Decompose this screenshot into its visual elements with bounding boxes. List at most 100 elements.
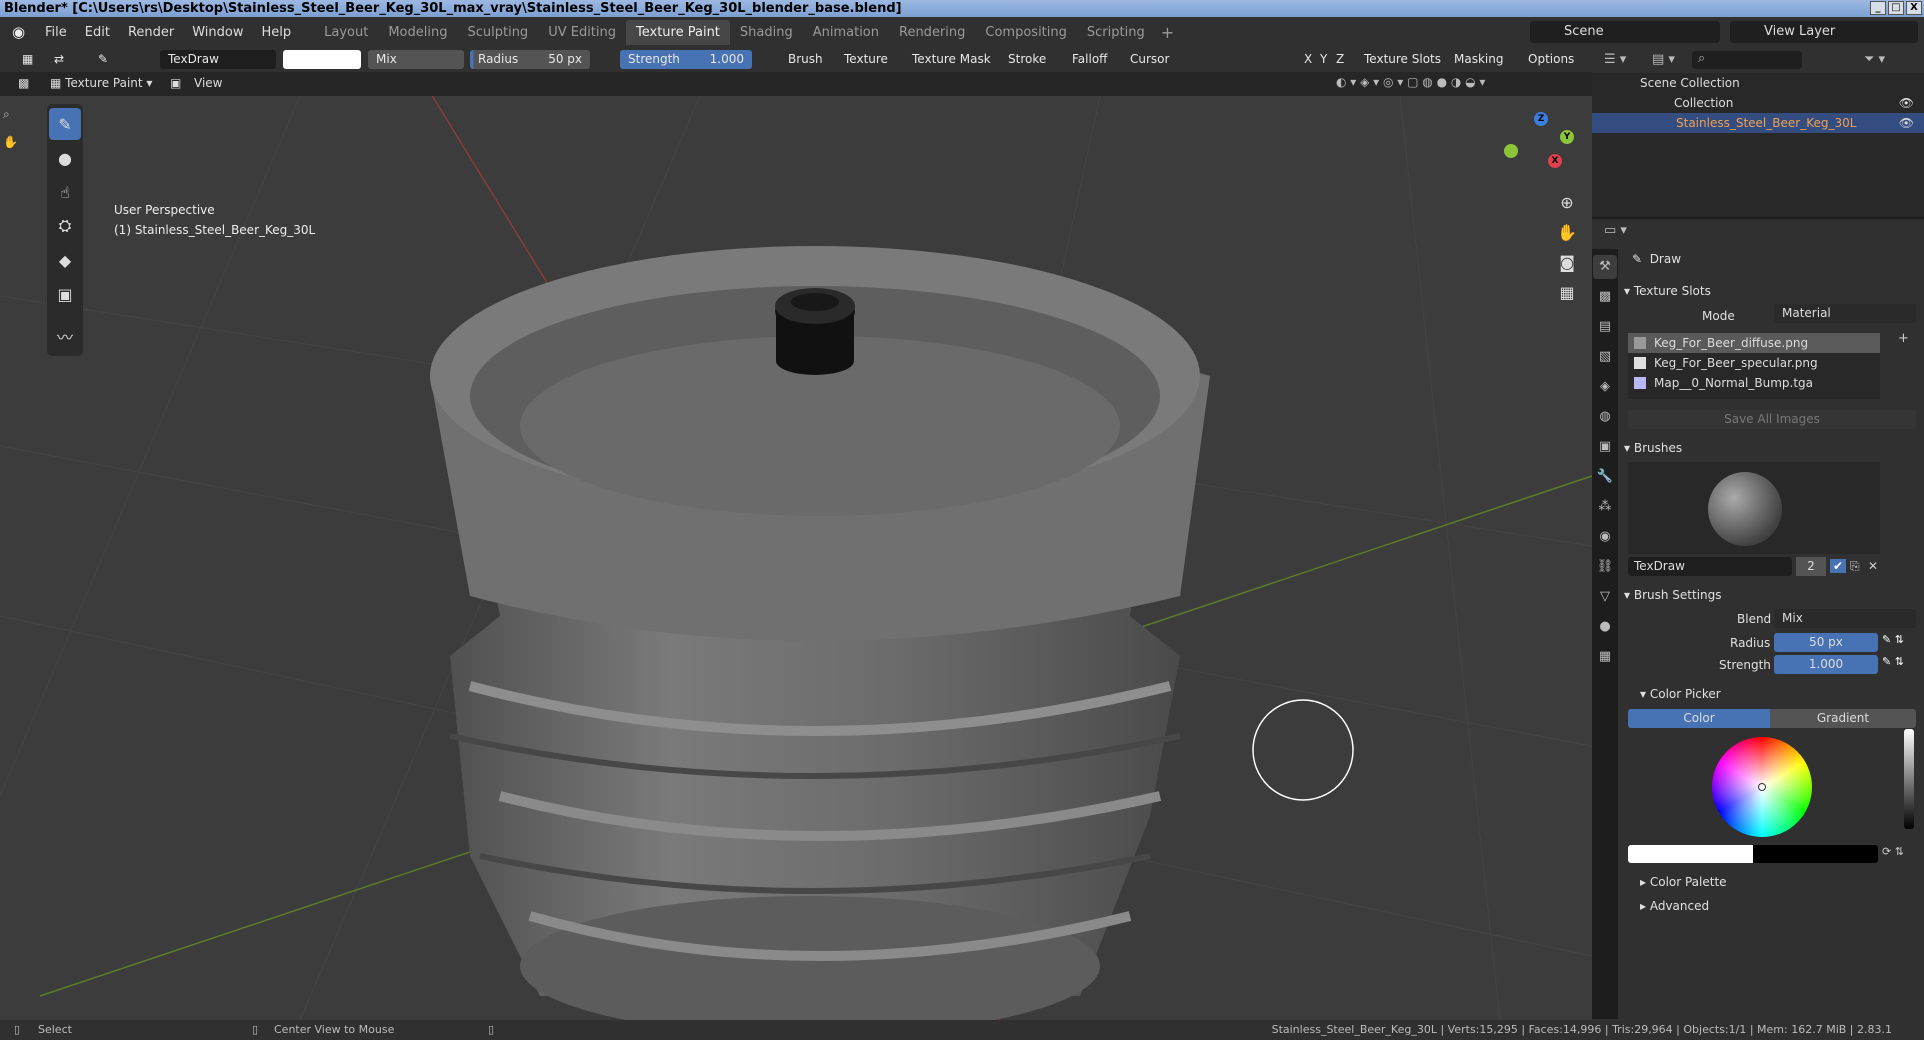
menu-item-edit[interactable]: Edit (76, 25, 119, 40)
gradient-tab[interactable]: Gradient (1770, 709, 1916, 728)
gizmo-x-dot[interactable]: X (1548, 154, 1562, 168)
outliner-search-input[interactable]: ⌕ (1692, 51, 1802, 69)
navigation-gizmo[interactable]: Z Y X (1500, 110, 1580, 190)
save-all-images-button[interactable]: Save All Images (1628, 410, 1916, 429)
tab-modeling[interactable]: Modeling (378, 20, 457, 45)
texture-mode-dropdown[interactable]: Material (1774, 304, 1916, 323)
cursor-menu[interactable]: Cursor (1122, 50, 1177, 69)
view-layer-selector[interactable]: View Layer (1730, 21, 1918, 43)
fill-tool-icon[interactable]: ◆ (49, 244, 81, 276)
scene-tab-icon[interactable]: ◈ (1593, 375, 1617, 399)
strength-slider[interactable]: Strength 1.000 (620, 50, 752, 69)
physics-tab-icon[interactable]: ◉ (1593, 525, 1617, 549)
draw-tool-icon[interactable]: ✎ (49, 108, 81, 140)
strength-field[interactable]: 1.000 (1774, 655, 1878, 674)
menu-item-window[interactable]: Window (183, 25, 252, 40)
brush-color-swatch[interactable] (283, 50, 361, 69)
color-tab[interactable]: Color (1628, 709, 1770, 728)
outliner-editor-icon[interactable]: ☰ ▾ (1604, 52, 1626, 67)
object-eye-icon[interactable]: 👁 (1899, 113, 1914, 133)
value-slider[interactable] (1904, 729, 1914, 829)
tab-animation[interactable]: Animation (803, 20, 889, 45)
data-tab-icon[interactable]: ▽ (1593, 585, 1617, 609)
brush-icon[interactable]: ✎ (90, 50, 116, 69)
output-tab-icon[interactable]: ▤ (1593, 315, 1617, 339)
mode-dropdown[interactable]: ▦ Texture Paint ▾ (50, 76, 152, 90)
mask-tool-icon[interactable]: ▣ (49, 278, 81, 310)
falloff-menu[interactable]: Falloff (1064, 50, 1115, 69)
3d-viewport[interactable]: User Perspective (1) Stainless_Steel_Bee… (0, 96, 1592, 1020)
editor-type-icon[interactable]: ▦ (14, 50, 41, 69)
pressure-strength-icon[interactable]: ✎ ⇅ (1882, 655, 1904, 668)
masking-menu[interactable]: Masking (1446, 50, 1511, 69)
gizmo-z-dot[interactable]: Z (1534, 112, 1548, 126)
grid-view-icon[interactable]: ▦ (1555, 278, 1579, 308)
brush-users-count[interactable]: 2 (1796, 557, 1826, 576)
zoom-icon[interactable]: ⊕ (1555, 188, 1579, 218)
texture-slots-section-header[interactable]: ▾ Texture Slots (1624, 284, 1711, 298)
view-menu[interactable]: View (194, 76, 222, 90)
mirror-z-toggle[interactable]: Z (1328, 50, 1352, 69)
fake-user-shield-icon[interactable]: ✔ (1830, 559, 1847, 573)
soften-tool-icon[interactable]: ● (49, 142, 81, 174)
menu-item-help[interactable]: Help (253, 25, 301, 40)
tab-scripting[interactable]: Scripting (1077, 20, 1155, 45)
tool-tab-icon[interactable]: ⚒ (1593, 255, 1617, 279)
close-button[interactable]: X (1906, 1, 1922, 15)
blend-dropdown-props[interactable]: Mix (1774, 609, 1916, 628)
smear-tool-icon[interactable]: ☝ (49, 176, 81, 208)
particles-tab-icon[interactable]: ⁂ (1593, 495, 1617, 519)
menu-item-render[interactable]: Render (119, 25, 183, 40)
radius-field[interactable]: 50 px (1774, 633, 1878, 652)
color-picker-section-header[interactable]: ▾ Color Picker (1640, 687, 1721, 701)
advanced-section-header[interactable]: ▸ Advanced (1640, 899, 1709, 913)
brush-name-field[interactable]: TexDraw (160, 50, 276, 69)
stroke-menu[interactable]: Stroke (1000, 50, 1054, 69)
texture-tab-icon[interactable]: ▦ (1593, 645, 1617, 669)
pressure-radius-icon[interactable]: ✎ ⇅ (1882, 633, 1904, 646)
clone-tool-icon[interactable]: ⛭ (49, 210, 81, 242)
maximize-button[interactable]: □ (1888, 1, 1904, 15)
add-slot-icon[interactable]: + (1898, 331, 1909, 346)
zoom-side-icon[interactable]: ⌕ (3, 100, 21, 128)
minimize-button[interactable]: _ (1870, 1, 1886, 15)
tab-shading[interactable]: Shading (730, 20, 803, 45)
object-tab-icon[interactable]: ▣ (1593, 435, 1617, 459)
unlink-brush-icon[interactable]: ✕ (1868, 559, 1878, 573)
gizmo-y-dot[interactable]: Y (1560, 130, 1574, 144)
texture-mask-menu[interactable]: Texture Mask (904, 50, 999, 69)
menu-item-file[interactable]: File (36, 25, 76, 40)
tab-sculpting[interactable]: Sculpting (457, 20, 538, 45)
add-workspace-icon[interactable]: + (1161, 23, 1174, 42)
scene-selector[interactable]: Scene (1530, 21, 1720, 43)
color-swatch-bar[interactable] (1628, 845, 1878, 863)
constraints-tab-icon[interactable]: ⛓ (1593, 555, 1617, 579)
duplicate-brush-icon[interactable]: ⎘ (1850, 559, 1860, 574)
pan-hand-icon[interactable]: ✋ (1555, 218, 1579, 248)
filter-icon[interactable]: ⏷ ▾ (1864, 52, 1885, 67)
texture-slot-item[interactable]: Keg_For_Beer_specular.png (1628, 353, 1880, 373)
texture-slots-menu[interactable]: Texture Slots (1356, 50, 1449, 69)
texture-slot-item[interactable]: Map__0_Normal_Bump.tga (1628, 373, 1880, 393)
texture-slot-item[interactable]: Keg_For_Beer_diffuse.png (1628, 333, 1880, 353)
hand-side-icon[interactable]: ✋ (3, 128, 21, 156)
brush-settings-section-header[interactable]: ▾ Brush Settings (1624, 588, 1722, 602)
tab-rendering[interactable]: Rendering (889, 20, 975, 45)
modifier-tab-icon[interactable]: 🔧 (1593, 465, 1617, 489)
color-palette-section-header[interactable]: ▸ Color Palette (1640, 875, 1727, 889)
brush-name-field[interactable]: TexDraw (1628, 557, 1792, 576)
display-mode-icon[interactable]: ▤ ▾ (1652, 52, 1675, 67)
world-tab-icon[interactable]: ◍ (1593, 405, 1617, 429)
outliner-object[interactable]: Stainless_Steel_Beer_Keg_30L 👁 (1592, 113, 1924, 133)
tool-mode-icon[interactable]: ⇄ (46, 50, 72, 69)
camera-icon[interactable]: ◙ (1555, 248, 1579, 278)
color-wheel[interactable] (1712, 737, 1812, 837)
options-menu[interactable]: Options (1520, 50, 1582, 69)
texture-menu[interactable]: Texture (836, 50, 896, 69)
tab-uv-editing[interactable]: UV Editing (538, 20, 626, 45)
gizmo-neg-y-dot[interactable] (1504, 144, 1518, 158)
tab-compositing[interactable]: Compositing (975, 20, 1077, 45)
brush-preview-area[interactable] (1628, 462, 1880, 554)
blend-dropdown[interactable]: Mix (368, 50, 464, 69)
tab-texture-paint[interactable]: Texture Paint (626, 19, 730, 45)
